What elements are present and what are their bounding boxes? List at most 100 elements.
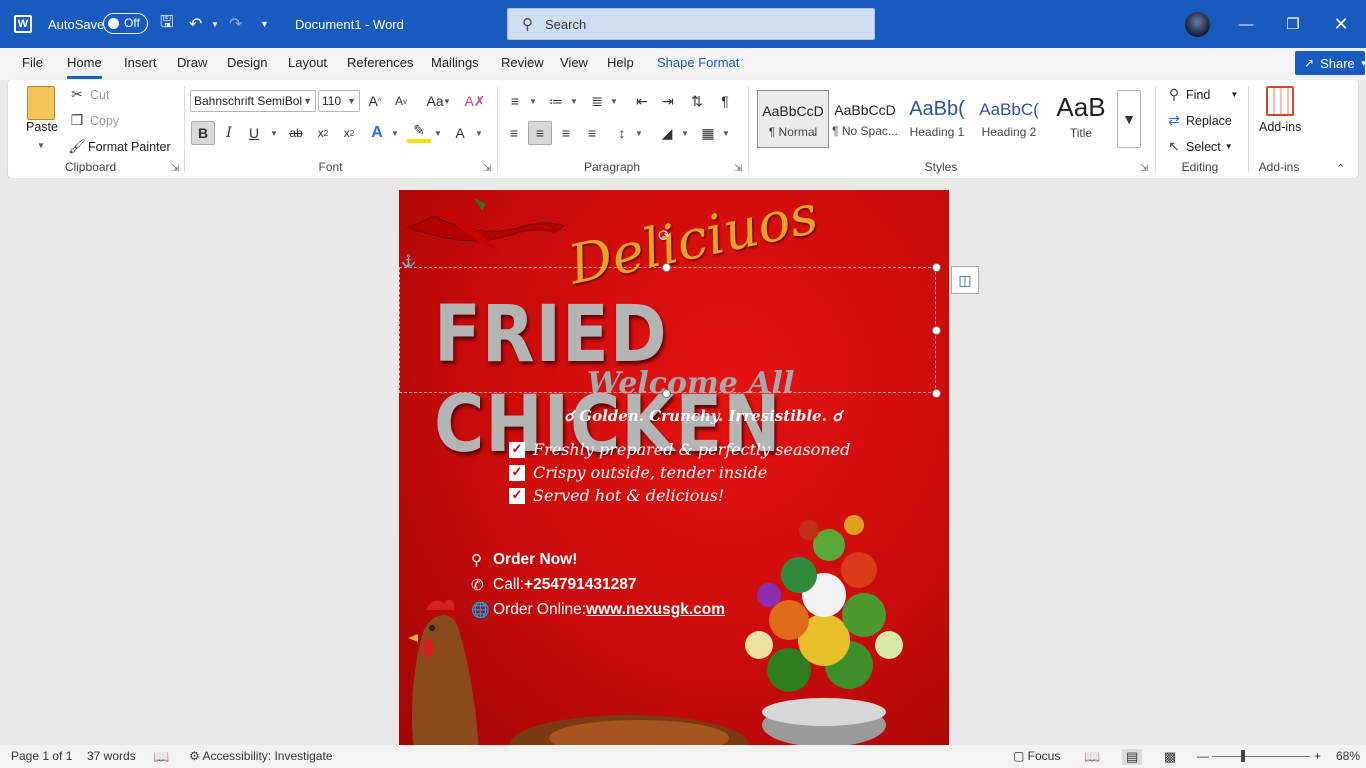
align-left-icon[interactable]: ≡ (502, 121, 526, 145)
addins-button[interactable]: Add-ins (1259, 120, 1301, 134)
chevron-down-icon[interactable]: ▼ (529, 97, 537, 106)
document-page[interactable]: Deliciuos FRIED CHICKEN Welcome All ⟳ ⚓ … (399, 190, 949, 745)
undo-dropdown-icon[interactable]: ▼ (211, 0, 219, 48)
styles-more-icon[interactable]: ▼ (1117, 90, 1141, 148)
accessibility-status[interactable]: ⚙ Accessibility: Investigate (189, 749, 333, 763)
layout-options-icon[interactable]: ◫ (951, 266, 979, 294)
chevron-down-icon[interactable]: ▼ (434, 129, 442, 138)
zoom-slider-thumb[interactable] (1241, 750, 1245, 762)
strikethrough-button[interactable]: ab (284, 121, 308, 145)
select-button[interactable]: ↖ Select ▼ (1165, 138, 1233, 155)
grow-font-icon[interactable]: A ^ (363, 89, 387, 113)
font-family-combo[interactable]: Bahnschrift SemiBol ▼ (190, 90, 316, 112)
word-count[interactable]: 37 words (87, 749, 136, 763)
superscript-button[interactable]: x2 (337, 121, 361, 145)
tab-design[interactable]: Design (227, 55, 267, 70)
cut-button[interactable]: ✂ Cut (68, 86, 109, 103)
page-count[interactable]: Page 1 of 1 (11, 749, 72, 763)
numbering-icon[interactable]: ≔ (544, 89, 568, 113)
chevron-down-icon[interactable]: ▼ (610, 97, 618, 106)
proofing-icon[interactable]: 📖 (153, 749, 169, 765)
close-icon[interactable]: ✕ (1318, 0, 1364, 48)
font-color-icon[interactable]: A (448, 121, 472, 145)
multilevel-list-icon[interactable]: ≣ (585, 89, 609, 113)
search-box[interactable]: ⚲ Search (507, 8, 875, 40)
tab-home[interactable]: Home (67, 55, 102, 79)
tab-view[interactable]: View (560, 55, 588, 70)
tab-mailings[interactable]: Mailings (431, 55, 479, 70)
save-icon[interactable]: 🖫 (160, 0, 174, 48)
zoom-in-icon[interactable]: + (1314, 749, 1321, 763)
style-heading-2[interactable]: AaBbC(Heading 2 (973, 90, 1045, 148)
chevron-down-icon[interactable]: ▼ (681, 129, 689, 138)
paste-dropdown-icon[interactable]: ▼ (37, 141, 45, 150)
focus-button[interactable]: ▢ Focus (1013, 749, 1060, 763)
chevron-down-icon[interactable]: ▼ (570, 97, 578, 106)
tab-file[interactable]: File (22, 55, 43, 70)
collapse-ribbon-icon[interactable]: ⌃ (1336, 162, 1345, 175)
style-heading-1[interactable]: AaBb(Heading 1 (901, 90, 973, 148)
share-button[interactable]: ↗ Share ▼ (1295, 51, 1366, 75)
chevron-down-icon[interactable]: ▼ (475, 129, 483, 138)
tab-review[interactable]: Review (501, 55, 544, 70)
chevron-down-icon[interactable]: ▼ (391, 129, 399, 138)
tab-help[interactable]: Help (607, 55, 634, 70)
bullets-icon[interactable]: ≡ (503, 89, 527, 113)
replace-button[interactable]: ⇄ Replace (1165, 112, 1232, 129)
subscript-button[interactable]: x2 (311, 121, 335, 145)
justify-icon[interactable]: ≡ (580, 121, 604, 145)
underline-button[interactable]: U (242, 121, 266, 145)
line-spacing-icon[interactable]: ↕ (610, 121, 634, 145)
decrease-indent-icon[interactable]: ⇤ (630, 89, 654, 113)
copy-button[interactable]: ❐ Copy (68, 112, 119, 129)
minimize-icon[interactable]: — (1223, 0, 1269, 48)
align-right-icon[interactable]: ≡ (554, 121, 578, 145)
font-size-combo[interactable]: 110 ▼ (318, 90, 360, 112)
tab-references[interactable]: References (347, 55, 413, 70)
web-layout-icon[interactable]: ▩ (1164, 749, 1176, 765)
zoom-slider[interactable] (1212, 756, 1310, 757)
website-link[interactable]: www.nexusgk.com (586, 601, 725, 619)
borders-icon[interactable]: ▦ (696, 121, 720, 145)
align-center-icon[interactable]: ≡ (528, 121, 552, 145)
resize-handle[interactable] (932, 326, 941, 335)
paragraph-launcher-icon[interactable]: ⇲ (734, 163, 742, 174)
tab-layout[interactable]: Layout (288, 55, 327, 70)
read-mode-icon[interactable]: 📖 (1084, 749, 1100, 765)
text-effects-icon[interactable]: A (365, 121, 389, 145)
shrink-font-icon[interactable]: Av (389, 89, 413, 113)
tab-insert[interactable]: Insert (124, 55, 157, 70)
chevron-down-icon[interactable]: ▼ (270, 129, 278, 138)
paste-button[interactable]: Paste (26, 120, 58, 134)
resize-handle[interactable] (662, 263, 671, 272)
format-painter-button[interactable]: 🖌 Format Painter (68, 138, 171, 155)
avatar[interactable] (1185, 12, 1210, 37)
tab-draw[interactable]: Draw (177, 55, 207, 70)
increase-indent-icon[interactable]: ⇥ (656, 89, 680, 113)
shading-icon[interactable]: ◢ (655, 121, 679, 145)
resize-handle[interactable] (932, 389, 941, 398)
chevron-down-icon[interactable]: ▼ (443, 97, 451, 106)
sort-icon[interactable]: ⇅ (685, 89, 709, 113)
customize-qat-icon[interactable]: ▼ (260, 0, 269, 48)
chevron-down-icon[interactable]: ▼ (635, 129, 643, 138)
zoom-level[interactable]: 68% (1336, 749, 1360, 763)
italic-button[interactable]: I (217, 121, 241, 145)
font-launcher-icon[interactable]: ⇲ (483, 163, 491, 174)
undo-icon[interactable]: ↶ (189, 0, 202, 48)
paste-icon[interactable] (27, 86, 55, 120)
addins-icon[interactable] (1266, 86, 1294, 116)
style-no-spacing[interactable]: AaBbCcD ¶ No Spac... (829, 90, 901, 148)
chevron-down-icon[interactable]: ▼ (722, 129, 730, 138)
clear-formatting-icon[interactable]: A✗ (463, 89, 487, 113)
autosave-toggle[interactable]: Off (103, 13, 148, 34)
style-title[interactable]: AaB Title (1045, 90, 1117, 148)
show-formatting-icon[interactable]: ¶ (713, 89, 737, 113)
resize-handle[interactable] (932, 263, 941, 272)
highlight-icon[interactable]: ✎ (407, 121, 431, 143)
bold-button[interactable]: B (191, 121, 215, 145)
zoom-out-icon[interactable]: — (1197, 749, 1209, 763)
tab-shape-format[interactable]: Shape Format (657, 55, 739, 70)
styles-launcher-icon[interactable]: ⇲ (1140, 163, 1148, 174)
redo-icon[interactable]: ↷ (229, 0, 242, 48)
